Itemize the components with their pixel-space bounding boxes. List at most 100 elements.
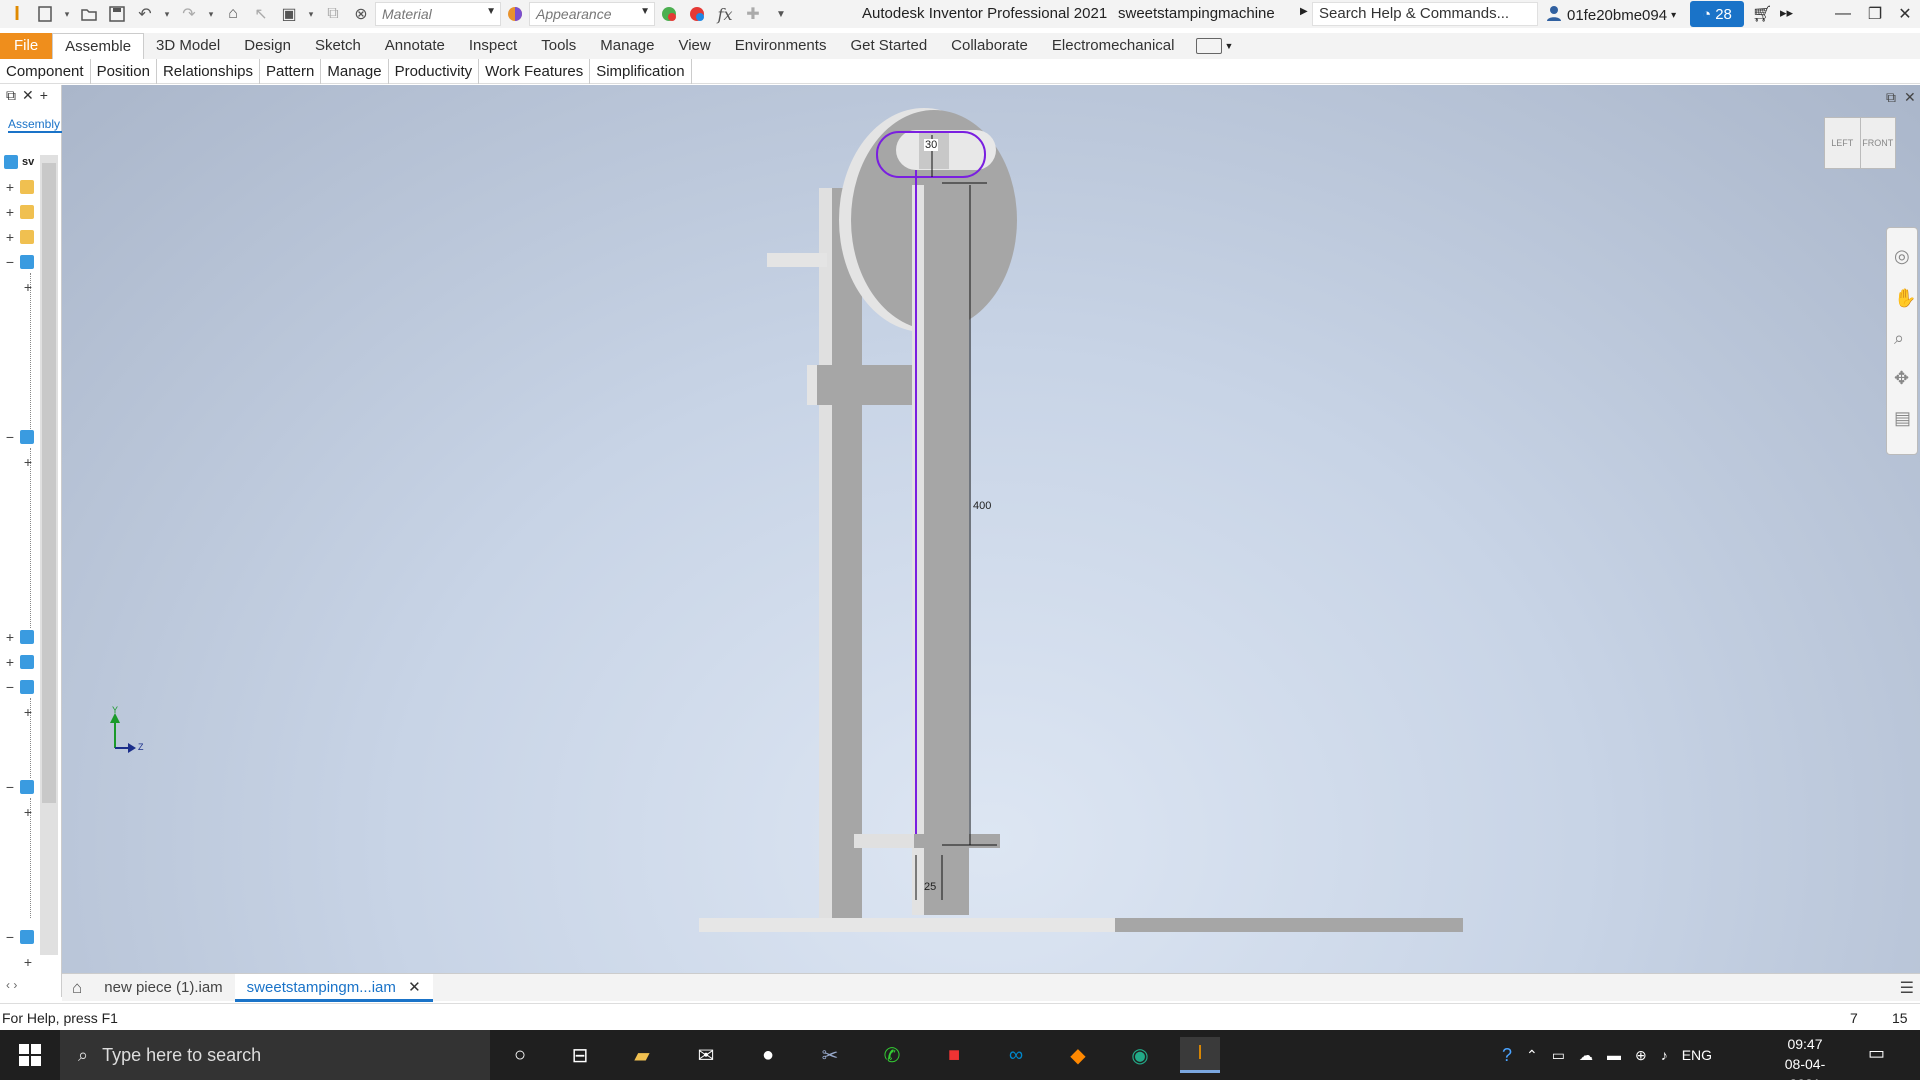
app-red-icon[interactable]: ■: [934, 1037, 974, 1073]
chevron-down-icon[interactable]: ▼: [1224, 41, 1233, 51]
view-cube[interactable]: LEFT FRONT: [1824, 117, 1896, 169]
home-icon[interactable]: ⌂: [62, 978, 92, 998]
open-icon[interactable]: [78, 3, 100, 25]
dropdown-arrow-icon[interactable]: ▾: [162, 3, 172, 25]
parameters-fx-icon[interactable]: fx: [714, 3, 736, 25]
github-icon[interactable]: ●: [748, 1037, 788, 1073]
select-icon[interactable]: ↖: [250, 3, 272, 25]
look-at-icon[interactable]: ▤: [1894, 408, 1911, 429]
tree-item[interactable]: +: [4, 178, 34, 196]
pan-icon[interactable]: ✋: [1894, 288, 1916, 309]
close-icon[interactable]: ✕: [22, 87, 34, 104]
inventor-taskbar-icon[interactable]: I: [1180, 1037, 1220, 1073]
language-indicator[interactable]: ENG: [1682, 1047, 1712, 1063]
volume-icon[interactable]: ♪: [1661, 1047, 1668, 1063]
restore-button[interactable]: ❐: [1858, 2, 1892, 26]
dropdown-arrow-icon[interactable]: ▾: [62, 3, 72, 25]
tab-environments[interactable]: Environments: [723, 33, 839, 59]
tab-tools[interactable]: Tools: [529, 33, 588, 59]
menu-icon[interactable]: ☰: [1900, 978, 1914, 998]
tree-item[interactable]: −: [4, 428, 34, 446]
steering-wheel-icon[interactable]: ◎: [1894, 246, 1910, 267]
panel-work-features[interactable]: Work Features: [479, 58, 591, 84]
tab-inspect[interactable]: Inspect: [457, 33, 529, 59]
arduino-icon[interactable]: ∞: [996, 1037, 1036, 1073]
meet-icon[interactable]: ▭: [1552, 1047, 1565, 1064]
link-icon[interactable]: ⧉: [322, 3, 344, 25]
task-view-icon[interactable]: ⊟: [560, 1037, 600, 1073]
scrollbar-thumb[interactable]: [42, 163, 56, 803]
home-icon[interactable]: ⌂: [222, 3, 244, 25]
material-sphere-icon[interactable]: ⊗: [350, 3, 372, 25]
dimension-400[interactable]: 400: [973, 500, 991, 512]
doc-tab-new-piece[interactable]: new piece (1).iam: [92, 974, 234, 1002]
dimension-30[interactable]: 30: [924, 139, 939, 151]
new-file-icon[interactable]: [34, 3, 56, 25]
close-tab-icon[interactable]: ✕: [408, 979, 421, 996]
panel-manage[interactable]: Manage: [321, 58, 389, 84]
dimension-25[interactable]: 25: [924, 881, 936, 893]
edge-icon[interactable]: ◉: [1120, 1037, 1160, 1073]
graphics-viewport[interactable]: ⧉ ✕ 30 400 25 Y Z LEFT FRONT ◎ ✋ ⌕ ✥ ▤: [62, 85, 1920, 973]
dropdown-arrow-icon[interactable]: ▾: [306, 3, 316, 25]
orbit-icon[interactable]: ✥: [1894, 368, 1909, 389]
scroll-arrows-icon[interactable]: ‹ ›: [6, 978, 17, 992]
inventor-logo-icon[interactable]: I: [6, 3, 28, 25]
tree-item[interactable]: −: [4, 678, 34, 696]
whatsapp-icon[interactable]: ✆: [872, 1037, 912, 1073]
mail-icon[interactable]: ✉: [686, 1037, 726, 1073]
add-icon[interactable]: +: [40, 87, 48, 103]
minimize-button[interactable]: —: [1826, 2, 1860, 26]
tree-item[interactable]: +: [22, 953, 34, 971]
customize-arrow-icon[interactable]: ▼: [770, 3, 792, 25]
tree-item[interactable]: +: [4, 628, 34, 646]
tab-electromechanical[interactable]: Electromechanical: [1040, 33, 1187, 59]
appearance-icon[interactable]: [504, 3, 526, 25]
browser-scrollbar[interactable]: [40, 155, 58, 955]
view-cube-left[interactable]: LEFT: [1825, 118, 1861, 168]
notification-icon[interactable]: ▭: [1868, 1043, 1885, 1064]
tab-3d-model[interactable]: 3D Model: [144, 33, 232, 59]
tree-item[interactable]: +: [22, 453, 34, 471]
panel-simplification[interactable]: Simplification: [590, 58, 692, 84]
start-button[interactable]: [0, 1030, 60, 1080]
onedrive-icon[interactable]: ☁: [1579, 1047, 1593, 1064]
tree-item[interactable]: +: [22, 278, 34, 296]
user-account[interactable]: 01fe20bme094 ▾: [1545, 4, 1676, 26]
battery-icon[interactable]: ▬: [1607, 1047, 1621, 1063]
tree-item[interactable]: +: [4, 653, 34, 671]
network-icon[interactable]: ⊕: [1635, 1047, 1647, 1064]
browser-tab-assembly[interactable]: Assembly: [8, 117, 62, 133]
update-icon[interactable]: ▣: [278, 3, 300, 25]
tab-view[interactable]: View: [666, 33, 722, 59]
panel-position[interactable]: Position: [91, 58, 157, 84]
tree-item[interactable]: +: [22, 703, 34, 721]
help-search-input[interactable]: Search Help & Commands...: [1312, 2, 1538, 26]
tree-item[interactable]: −: [4, 253, 34, 271]
redo-icon[interactable]: ↷: [178, 3, 200, 25]
tab-get-started[interactable]: Get Started: [838, 33, 939, 59]
subscription-badge[interactable]: ◔ 28: [1690, 1, 1744, 27]
tree-item[interactable]: −: [4, 928, 34, 946]
adjust-appearance-icon[interactable]: [658, 3, 680, 25]
tree-item[interactable]: +: [4, 228, 34, 246]
tree-item[interactable]: +: [4, 203, 34, 221]
plus-icon[interactable]: ✚: [742, 3, 764, 25]
chevron-up-icon[interactable]: ⌃: [1526, 1047, 1538, 1064]
panel-component[interactable]: Component: [0, 58, 91, 84]
tab-manage[interactable]: Manage: [588, 33, 666, 59]
appearance-dropdown[interactable]: Appearance ▼: [529, 2, 655, 26]
panel-relationships[interactable]: Relationships: [157, 58, 260, 84]
browser-menu-icon[interactable]: ⧉: [6, 87, 16, 104]
taskbar-search[interactable]: ⌕ Type here to search: [60, 1030, 490, 1080]
tab-assemble[interactable]: Assemble: [52, 33, 145, 59]
tree-root[interactable]: sv: [4, 153, 34, 171]
tab-design[interactable]: Design: [232, 33, 303, 59]
tree-item[interactable]: +: [22, 803, 34, 821]
save-icon[interactable]: [106, 3, 128, 25]
material-dropdown[interactable]: Material ▼: [375, 2, 501, 26]
zoom-icon[interactable]: ⌕: [1894, 328, 1904, 349]
taskbar-clock[interactable]: 09:47 08-04-2021: [1770, 1034, 1840, 1080]
clear-appearance-icon[interactable]: [686, 3, 708, 25]
more-icon[interactable]: ▸▸: [1780, 5, 1793, 21]
